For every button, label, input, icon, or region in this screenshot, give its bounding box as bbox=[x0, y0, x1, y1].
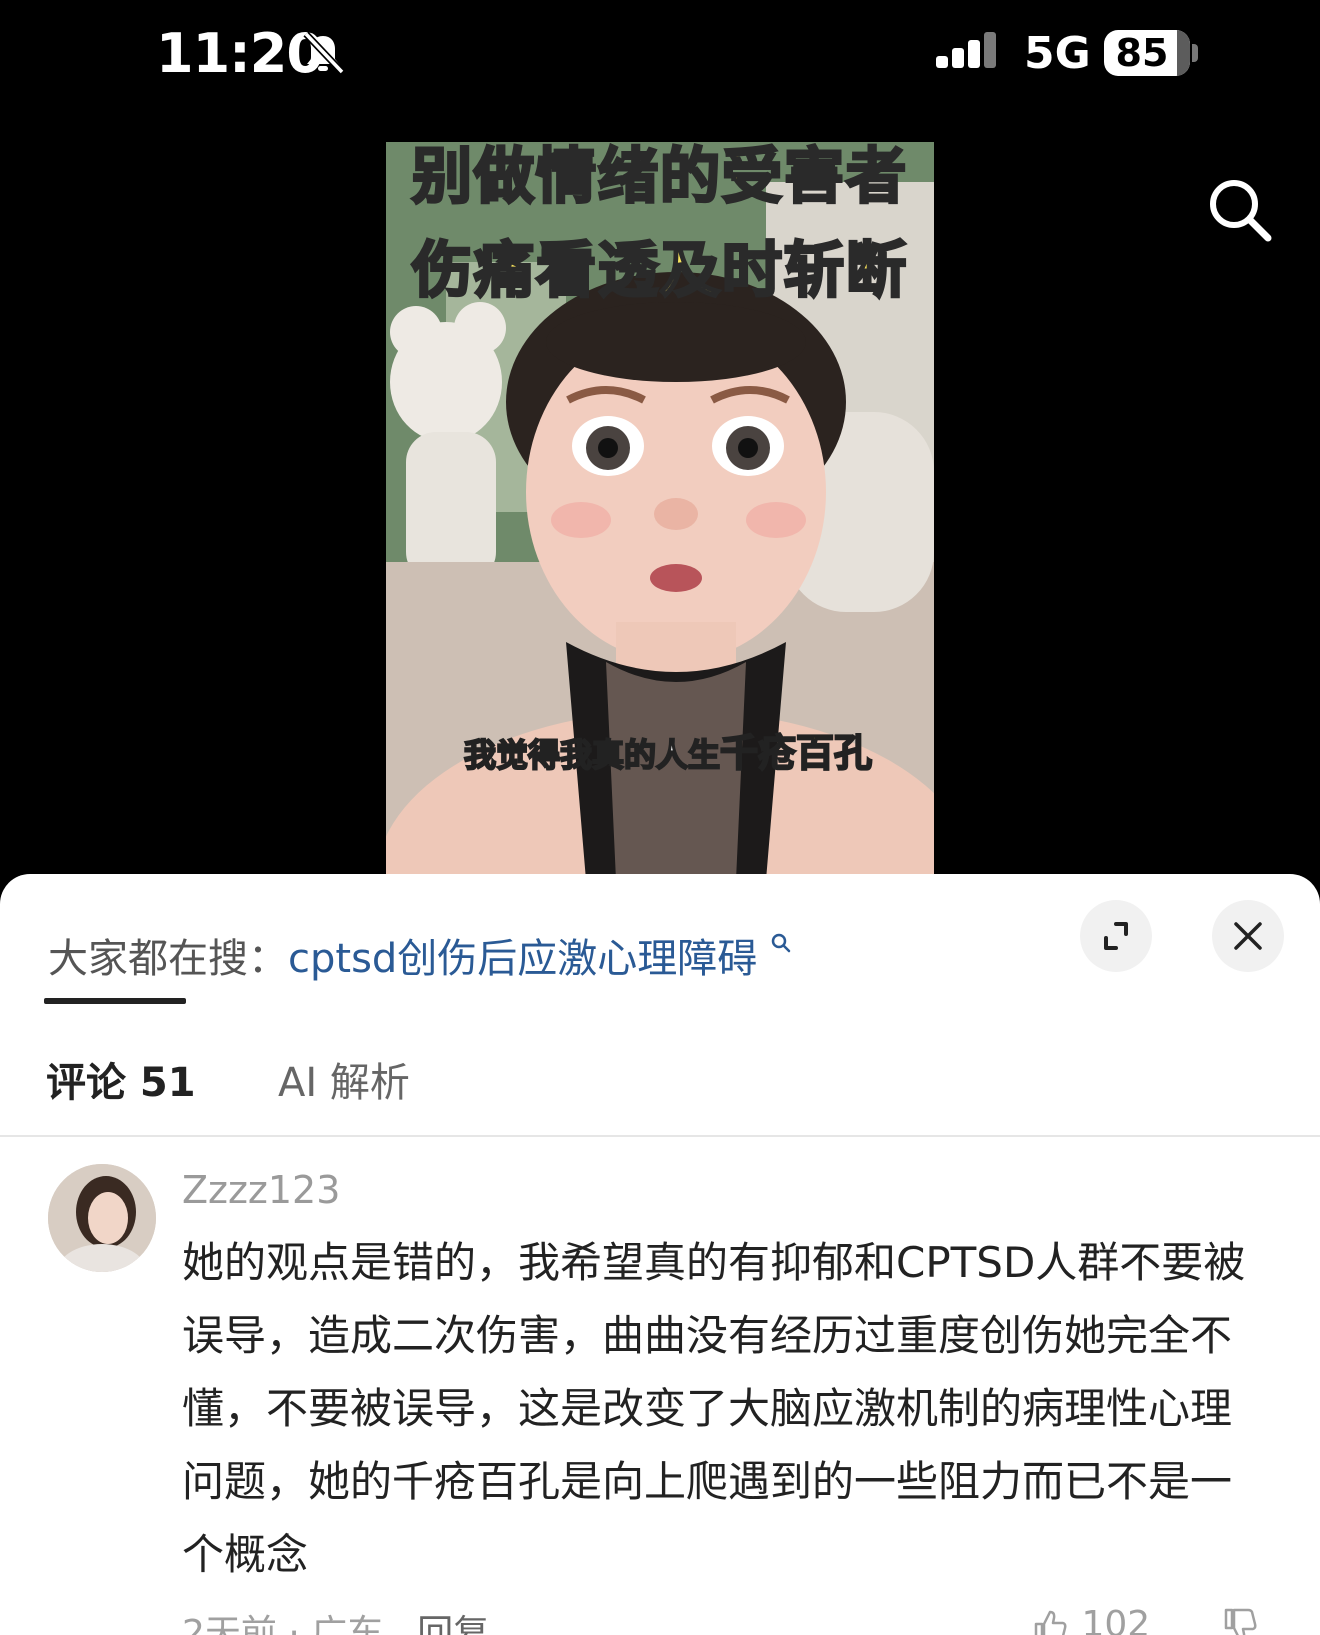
comment-time-location: 2天前 · 广东 bbox=[182, 1613, 384, 1635]
trending-search[interactable]: 大家都在搜：cptsd创伤后应激心理障碍 bbox=[48, 926, 792, 984]
subtitle-highlight: 千疮百孔 bbox=[719, 730, 873, 776]
status-bar: 11:20 5G 85 bbox=[0, 0, 1320, 110]
avatar[interactable] bbox=[48, 1164, 156, 1272]
tab-comments[interactable]: 评论 51 bbox=[46, 1050, 196, 1108]
status-time: 11:20 bbox=[156, 22, 324, 85]
bell-off-icon bbox=[303, 31, 345, 75]
video-player[interactable]: 别做情绪的受害者 伤痛看透及时斩断 我觉得我真的人生千疮百孔 bbox=[386, 142, 934, 880]
subtitle-text: 我觉得我真的人生 bbox=[463, 735, 721, 775]
dislike-icon[interactable] bbox=[1220, 1606, 1260, 1635]
comment-username[interactable]: Zzzz123 bbox=[182, 1168, 340, 1212]
like-icon[interactable] bbox=[1030, 1606, 1070, 1635]
like-count: 102 bbox=[1081, 1604, 1151, 1635]
tab-ai-analysis[interactable]: AI 解析 bbox=[278, 1050, 410, 1108]
comment-text: 她的观点是错的，我希望真的有抑郁和CPTSD人群不要被误导，造成二次伤害，曲曲没… bbox=[182, 1238, 1246, 1579]
battery-indicator: 85 bbox=[1104, 30, 1198, 76]
search-icon bbox=[771, 933, 791, 953]
video-subtitle: 我觉得我真的人生千疮百孔 bbox=[463, 722, 873, 777]
video-title-line-1: 别做情绪的受害者 bbox=[411, 142, 908, 214]
trending-query-link[interactable]: cptsd创伤后应激心理障碍 bbox=[288, 936, 757, 982]
search-icon[interactable] bbox=[1204, 174, 1274, 244]
divider bbox=[0, 1135, 1320, 1137]
expand-icon bbox=[1104, 922, 1128, 950]
comment-meta: 2天前 · 广东 回复 bbox=[182, 1604, 489, 1635]
video-title-line-2: 伤痛看透及时斩断 bbox=[411, 235, 908, 308]
close-button[interactable] bbox=[1212, 900, 1284, 972]
like-area: 102 bbox=[1030, 1604, 1260, 1635]
signal-icon bbox=[936, 32, 996, 68]
comment-sheet: 大家都在搜：cptsd创伤后应激心理障碍 评论 51 AI 解析 Zzzz123… bbox=[0, 874, 1320, 1635]
trending-prefix: 大家都在搜： bbox=[48, 936, 288, 982]
close-icon bbox=[1234, 922, 1262, 950]
reply-button[interactable]: 回复 bbox=[417, 1613, 489, 1635]
network-label: 5G bbox=[1024, 28, 1091, 79]
expand-button[interactable] bbox=[1080, 900, 1152, 972]
active-tab-indicator bbox=[44, 998, 186, 1004]
comment-tabs: 评论 51 AI 解析 bbox=[0, 1050, 1320, 1112]
battery-label: 85 bbox=[1115, 31, 1169, 75]
